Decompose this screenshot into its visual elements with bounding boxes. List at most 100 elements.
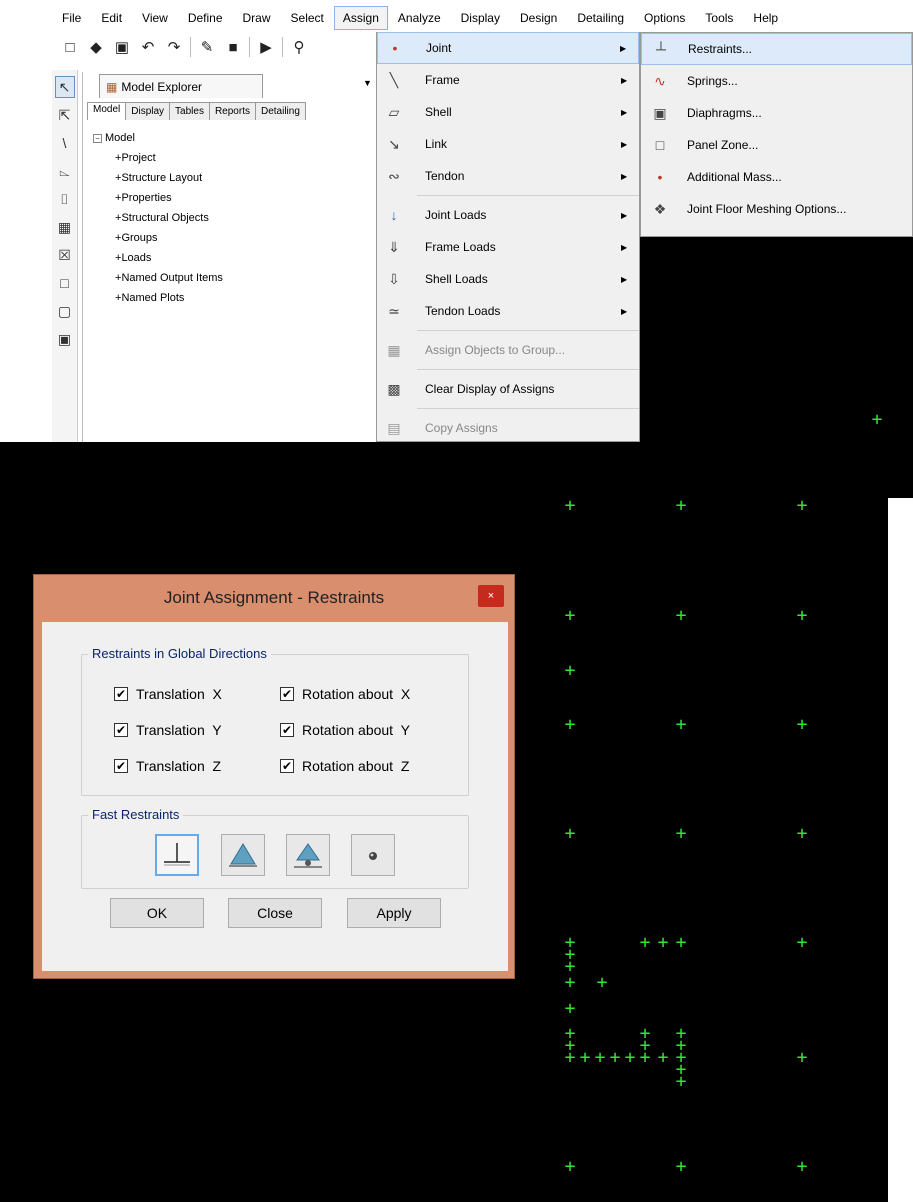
checkbox-checked-icon[interactable]: ✔: [114, 687, 128, 701]
checkbox-checked-icon[interactable]: ✔: [114, 759, 128, 773]
menu-select[interactable]: Select: [281, 6, 334, 30]
fixed-support-button[interactable]: [155, 834, 199, 876]
checkbox-checked-icon[interactable]: ✔: [114, 723, 128, 737]
checkbox-translation-z[interactable]: ✔ Translation Z: [114, 758, 221, 774]
model-canvas-strip: [888, 442, 913, 498]
save-icon[interactable]: ▣: [112, 37, 132, 57]
new-file-icon[interactable]: □: [60, 37, 80, 57]
checkbox-checked-icon[interactable]: ✔: [280, 723, 294, 737]
tab-detailing[interactable]: Detailing: [254, 102, 306, 120]
menu-item-tendon[interactable]: ∾ Tendon ▶: [377, 160, 639, 192]
model-explorer-tab[interactable]: ▦ Model Explorer: [99, 74, 263, 98]
pinned-support-button[interactable]: [221, 834, 265, 876]
apply-button[interactable]: Apply: [347, 898, 441, 928]
checkbox-checked-icon[interactable]: ✔: [280, 687, 294, 701]
checkbox-translation-x[interactable]: ✔ Translation X: [114, 686, 222, 702]
tree-node-groups[interactable]: + Groups: [93, 228, 373, 248]
menu-help[interactable]: Help: [743, 6, 788, 30]
menu-item-panel-zone[interactable]: □ Panel Zone...: [641, 129, 912, 161]
tree-node-named-plots[interactable]: + Named Plots: [93, 288, 373, 308]
menu-design[interactable]: Design: [510, 6, 567, 30]
joint-marker: +: [796, 1156, 808, 1177]
free-joint-button[interactable]: [351, 834, 395, 876]
zoom-icon[interactable]: ⚲: [289, 37, 309, 57]
joint-marker: +: [564, 660, 576, 681]
joint-restraints-dialog: Joint Assignment - Restraints × Restrain…: [33, 574, 515, 979]
menu-item-restraints[interactable]: ┴ Restraints...: [641, 33, 912, 65]
checkbox-rotation-z[interactable]: ✔ Rotation about Z: [280, 758, 409, 774]
menu-item-frame[interactable]: ╲ Frame ▶: [377, 64, 639, 96]
menu-file[interactable]: File: [52, 6, 91, 30]
menu-analyze[interactable]: Analyze: [388, 6, 451, 30]
draw-shell-icon[interactable]: □: [55, 272, 75, 294]
menu-item-frame-loads[interactable]: ⇓ Frame Loads ▶: [377, 231, 639, 263]
close-icon[interactable]: ×: [478, 585, 504, 607]
draw-rectangle-icon[interactable]: ▢: [55, 300, 75, 322]
draw-brace-icon[interactable]: ☒: [55, 244, 75, 266]
checkbox-rotation-y[interactable]: ✔ Rotation about Y: [280, 722, 410, 738]
tab-model[interactable]: Model: [87, 102, 127, 120]
checkbox-checked-icon[interactable]: ✔: [280, 759, 294, 773]
menu-item-label: Link: [425, 137, 448, 151]
menu-item-diaphragms[interactable]: ▣ Diaphragms...: [641, 97, 912, 129]
menu-tools[interactable]: Tools: [695, 6, 743, 30]
collapse-icon[interactable]: −: [93, 133, 102, 143]
draw-beam-icon[interactable]: ▦: [55, 216, 75, 238]
redo-icon[interactable]: ↷: [164, 37, 184, 57]
lock-icon[interactable]: ■: [223, 37, 243, 57]
draw-column-icon[interactable]: ⌷: [55, 188, 75, 210]
tab-tables[interactable]: Tables: [169, 102, 210, 120]
menu-assign[interactable]: Assign: [333, 6, 388, 30]
menu-item-copy-assigns: ▤ Copy Assigns: [377, 412, 639, 442]
menu-define[interactable]: Define: [178, 6, 233, 30]
menu-item-link[interactable]: ↘ Link ▶: [377, 128, 639, 160]
tree-node-structural-objects[interactable]: + Structural Objects: [93, 208, 373, 228]
menu-item-shell-loads[interactable]: ⇩ Shell Loads ▶: [377, 263, 639, 295]
menu-draw[interactable]: Draw: [233, 6, 281, 30]
dialog-body: Restraints in Global Directions ✔ Transla…: [42, 622, 508, 971]
menu-item-shell[interactable]: ▱ Shell ▶: [377, 96, 639, 128]
menu-item-joint-floor-meshing-options[interactable]: ❖ Joint Floor Meshing Options...: [641, 193, 912, 225]
tree-node-properties[interactable]: + Properties: [93, 188, 373, 208]
menu-detailing[interactable]: Detailing: [567, 6, 634, 30]
tab-reports[interactable]: Reports: [208, 102, 256, 120]
roller-support-button[interactable]: [286, 834, 330, 876]
checkbox-rotation-x[interactable]: ✔ Rotation about X: [280, 686, 410, 702]
menu-display[interactable]: Display: [451, 6, 510, 30]
pencil-icon[interactable]: ✎: [197, 37, 217, 57]
submenu-arrow-icon: ▶: [621, 306, 628, 316]
model-canvas-top[interactable]: +: [640, 237, 913, 442]
tree-node-model[interactable]: − Model: [93, 128, 373, 148]
draw-point-icon[interactable]: ▣: [55, 328, 75, 350]
tab-display[interactable]: Display: [125, 102, 171, 120]
menu-item-joint-loads[interactable]: ↓ Joint Loads ▶: [377, 199, 639, 231]
model-explorer-icon: ▦: [106, 79, 118, 94]
menu-item-springs[interactable]: ∿ Springs...: [641, 65, 912, 97]
run-analysis-icon[interactable]: ▶: [256, 37, 276, 57]
tree-node-structure-layout[interactable]: + Structure Layout: [93, 168, 373, 188]
close-button[interactable]: Close: [228, 898, 322, 928]
joint-marker: +: [564, 1047, 576, 1068]
menu-edit[interactable]: Edit: [91, 6, 132, 30]
menu-item-additional-mass[interactable]: • Additional Mass...: [641, 161, 912, 193]
menu-item-tendon-loads[interactable]: ≃ Tendon Loads ▶: [377, 295, 639, 327]
menu-item-clear-display-of-assigns[interactable]: ▩ Clear Display of Assigns: [377, 373, 639, 405]
menu-options[interactable]: Options: [634, 6, 695, 30]
menu-item-joint[interactable]: • Joint ▶: [377, 32, 639, 64]
menu-view[interactable]: View: [132, 6, 178, 30]
pointer-icon[interactable]: ↖: [54, 76, 75, 98]
tree-node-label: Named Plots: [121, 292, 185, 304]
checkbox-translation-y[interactable]: ✔ Translation Y: [114, 722, 222, 738]
ok-button[interactable]: OK: [110, 898, 204, 928]
undo-icon[interactable]: ↶: [138, 37, 158, 57]
open-file-icon[interactable]: ◆: [86, 37, 106, 57]
tree-node-loads[interactable]: + Loads: [93, 248, 373, 268]
reshape-icon[interactable]: ⇱: [55, 104, 75, 126]
menu-separator: [417, 330, 639, 331]
tree-node-project[interactable]: + Project: [93, 148, 373, 168]
draw-line-icon[interactable]: \: [55, 132, 75, 154]
tree-node-named-output-items[interactable]: + Named Output Items: [93, 268, 373, 288]
submenu-arrow-icon: ▶: [621, 75, 628, 85]
chevron-down-icon[interactable]: ▼: [363, 78, 372, 88]
draw-frame-icon[interactable]: ⌳: [55, 160, 75, 182]
